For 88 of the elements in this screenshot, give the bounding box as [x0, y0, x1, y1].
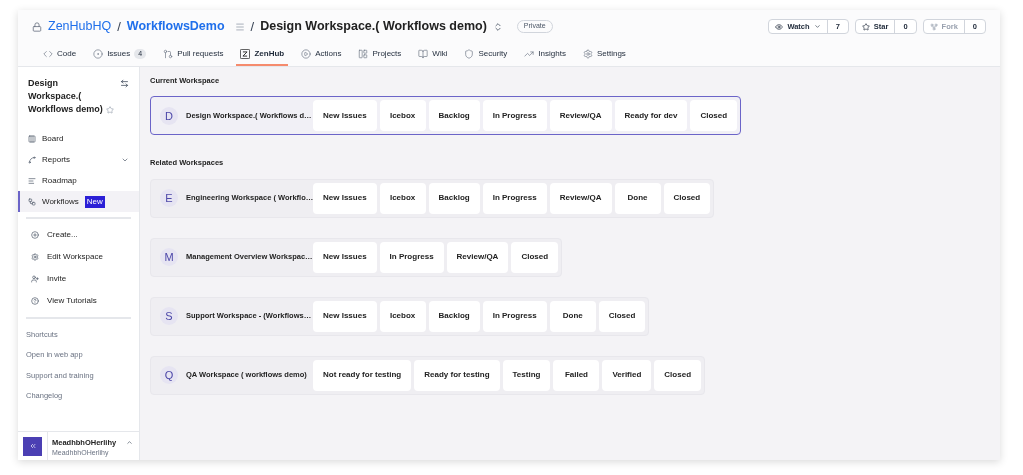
sidebar-item[interactable]: Roadmap	[18, 170, 139, 191]
repo-tab[interactable]: Pull requests	[159, 44, 228, 66]
switcher-icon[interactable]	[492, 21, 503, 32]
pipeline-column[interactable]: New Issues	[313, 182, 377, 214]
help-icon	[31, 297, 39, 305]
pipeline-column[interactable]: In Progress	[379, 241, 444, 273]
repo-tab[interactable]: Actions	[297, 44, 346, 66]
pull-request-icon	[163, 49, 174, 59]
panel-icon	[358, 49, 369, 59]
pipeline-column[interactable]: Done	[549, 300, 596, 332]
sidebar-action[interactable]: Invite	[18, 268, 139, 290]
new-badge: New	[84, 195, 105, 208]
fork-icon	[929, 22, 938, 31]
pipeline-column[interactable]: Not ready for testing	[313, 359, 412, 391]
settings-icon	[31, 253, 39, 261]
shield-icon	[464, 49, 475, 59]
pipeline-column[interactable]: Backlog	[428, 100, 480, 132]
pipeline-column[interactable]: Closed	[690, 100, 738, 132]
settings-icon	[582, 49, 593, 59]
sidebar-action[interactable]: View Tutorials	[18, 290, 139, 312]
pipeline-column[interactable]: In Progress	[482, 182, 547, 214]
eye-icon	[775, 22, 784, 31]
path-separator: /	[117, 17, 121, 36]
sidebar-action[interactable]: Edit Workspace	[18, 246, 139, 268]
repo-tab[interactable]: Insights	[520, 44, 570, 66]
pipeline-column[interactable]: Ready for testing	[414, 359, 500, 391]
workflow-icon	[28, 197, 36, 206]
repo-tab[interactable]: Projects	[354, 44, 406, 66]
sidebar-workspace-title: Design Workspace.( Workflows demo)	[28, 77, 104, 116]
z-square-icon	[240, 49, 251, 59]
pipeline-column[interactable]: Testing	[502, 359, 551, 391]
roadmap-icon	[28, 176, 36, 185]
repo-tab[interactable]: Wiki	[414, 44, 452, 66]
code-icon	[43, 49, 53, 59]
pipeline-column[interactable]: Verified	[602, 359, 652, 391]
repo-owner-link[interactable]: ZenHubHQ	[48, 17, 112, 36]
sidebar-item[interactable]: Board	[18, 128, 139, 149]
star-icon	[861, 22, 870, 31]
pipeline-column[interactable]: In Progress	[482, 100, 547, 132]
repo-tab[interactable]: Settings	[578, 44, 630, 66]
pipeline-column[interactable]: Closed	[598, 300, 646, 332]
pipeline-column[interactable]: Review/QA	[446, 241, 509, 273]
pipeline-column[interactable]: New Issues	[313, 100, 377, 132]
sidebar-action[interactable]: Create...	[18, 224, 139, 246]
plus-circle-icon	[31, 231, 39, 239]
workspace-avatar: S	[160, 307, 178, 325]
workspace-avatar: M	[160, 248, 178, 266]
repo-name-link[interactable]: WorkflowsDemo	[126, 17, 225, 36]
pipeline-column[interactable]: New Issues	[313, 300, 377, 332]
pipeline-column[interactable]: Closed	[654, 359, 701, 391]
workspace-title[interactable]: Design Workspace.( Workflows demo)	[260, 17, 487, 36]
pipeline-column[interactable]: Review/QA	[549, 182, 612, 214]
pipeline-column[interactable]: Failed	[553, 359, 600, 391]
circle-dot-icon	[93, 49, 104, 59]
path-separator: /	[250, 17, 255, 36]
workspace-avatar: E	[160, 189, 178, 207]
chart-icon	[28, 155, 36, 164]
pipeline-column[interactable]: Review/QA	[549, 100, 612, 132]
play-circle-icon	[301, 49, 312, 59]
pipeline-column[interactable]: Icebox	[379, 182, 426, 214]
book-icon	[418, 49, 429, 59]
pipeline-column[interactable]: Done	[614, 182, 661, 214]
repo-tab[interactable]: Security	[460, 44, 512, 66]
star-icon[interactable]	[106, 106, 114, 114]
pipeline-column[interactable]: Icebox	[379, 100, 426, 132]
pipeline-column[interactable]: Closed	[511, 241, 559, 273]
pipeline-column[interactable]: New Issues	[313, 241, 377, 273]
columns-icon	[28, 134, 36, 143]
workspace-avatar: D	[160, 106, 178, 125]
line-chart-icon	[524, 49, 535, 59]
user-plus-icon	[31, 275, 39, 283]
caret-icon	[813, 23, 821, 30]
workspace-avatar: Q	[160, 366, 178, 384]
pipeline-column[interactable]: Ready for dev	[614, 100, 688, 132]
list-icon	[234, 21, 245, 32]
pipeline-column[interactable]: Backlog	[428, 182, 480, 214]
swap-icon[interactable]	[120, 79, 129, 88]
sidebar-item[interactable]: Reports	[18, 149, 139, 170]
pipeline-column[interactable]: Icebox	[379, 300, 426, 332]
pipeline-column[interactable]: Closed	[663, 182, 711, 214]
collapse-button[interactable]	[23, 436, 42, 456]
pipeline-column[interactable]: Backlog	[428, 300, 480, 332]
sidebar-item[interactable]: Workflows New	[18, 191, 139, 212]
double-chevron-icon	[28, 442, 37, 450]
repo-tab[interactable]: Code	[39, 44, 81, 66]
pipeline-column[interactable]: In Progress	[482, 300, 547, 332]
lock-icon	[32, 21, 42, 32]
chevron-icon[interactable]	[126, 439, 133, 446]
